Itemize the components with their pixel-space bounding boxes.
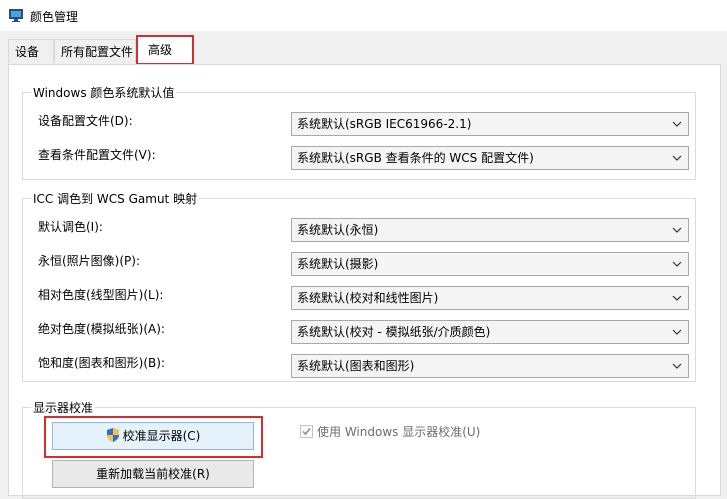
chevron-down-icon bbox=[672, 329, 682, 335]
chevron-down-icon bbox=[672, 295, 682, 301]
chevron-down-icon bbox=[672, 363, 682, 369]
select-value: 系统默认(摄影) bbox=[297, 257, 379, 271]
select-value: 系统默认(sRGB IEC61966-2.1) bbox=[297, 117, 472, 131]
tab-all-profiles[interactable]: 所有配置文件 bbox=[54, 39, 136, 63]
device-profile-label: 设备配置文件(D): bbox=[38, 114, 133, 128]
uac-shield-icon bbox=[106, 428, 119, 442]
perceptual-label: 永恒(照片图像)(P): bbox=[38, 254, 141, 268]
group-title: Windows 颜色系统默认值 bbox=[31, 84, 177, 101]
color-management-app-icon bbox=[9, 9, 23, 22]
chevron-down-icon bbox=[672, 261, 682, 267]
use-windows-calibration-checkbox[interactable] bbox=[300, 425, 313, 438]
reload-calibration-button[interactable]: 重新加载当前校准(R) bbox=[52, 460, 254, 488]
tab-devices[interactable]: 设备 bbox=[8, 39, 54, 63]
perceptual-select[interactable]: 系统默认(摄影) bbox=[291, 252, 689, 276]
checkmark-icon bbox=[302, 428, 311, 436]
chevron-down-icon bbox=[672, 227, 682, 233]
window-title: 颜色管理 bbox=[30, 10, 79, 24]
calibrate-display-button[interactable]: 校准显示器(C) bbox=[52, 422, 254, 450]
group-title: ICC 调色到 WCS Gamut 映射 bbox=[31, 190, 200, 207]
tab-strip: 设备 所有配置文件 高级 bbox=[0, 31, 727, 65]
absolute-colorimetric-label: 绝对色度(模拟纸张)(A): bbox=[38, 322, 165, 336]
select-value: 系统默认(校对 - 模拟纸张/介质颜色) bbox=[297, 325, 491, 339]
device-profile-select[interactable]: 系统默认(sRGB IEC61966-2.1) bbox=[291, 112, 689, 136]
title-bar: 颜色管理 bbox=[0, 0, 727, 32]
chevron-down-icon bbox=[672, 121, 682, 127]
default-intent-label: 默认调色(I): bbox=[38, 220, 103, 234]
relative-colorimetric-select[interactable]: 系统默认(校对和线性图片) bbox=[291, 286, 689, 310]
absolute-colorimetric-select[interactable]: 系统默认(校对 - 模拟纸张/介质颜色) bbox=[291, 320, 689, 344]
select-value: 系统默认(图表和图形) bbox=[297, 359, 415, 373]
use-windows-calibration-label: 使用 Windows 显示器校准(U) bbox=[317, 425, 481, 439]
viewing-conditions-select[interactable]: 系统默认(sRGB 查看条件的 WCS 配置文件) bbox=[291, 146, 689, 170]
relative-colorimetric-label: 相对色度(线型图片)(L): bbox=[38, 288, 164, 302]
group-title: 显示器校准 bbox=[31, 399, 96, 416]
chevron-down-icon bbox=[672, 155, 682, 161]
viewing-conditions-label: 查看条件配置文件(V): bbox=[38, 148, 156, 162]
select-value: 系统默认(sRGB 查看条件的 WCS 配置文件) bbox=[297, 151, 534, 165]
tab-advanced[interactable]: 高级 bbox=[136, 35, 194, 65]
saturation-select[interactable]: 系统默认(图表和图形) bbox=[291, 354, 689, 378]
calibrate-button-label: 校准显示器(C) bbox=[122, 429, 201, 443]
saturation-label: 饱和度(图表和图形)(B): bbox=[38, 356, 166, 370]
select-value: 系统默认(永恒) bbox=[297, 223, 379, 237]
default-intent-select[interactable]: 系统默认(永恒) bbox=[291, 218, 689, 242]
select-value: 系统默认(校对和线性图片) bbox=[297, 291, 439, 305]
